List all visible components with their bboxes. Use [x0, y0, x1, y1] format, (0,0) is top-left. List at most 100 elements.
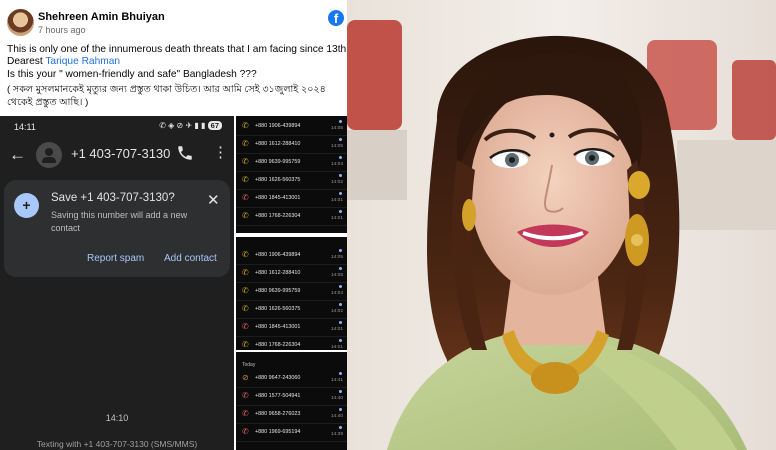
caller-number: +880 1626-560375: [255, 177, 301, 183]
call-log-row[interactable]: ✆ +880 1577-504941 14:40: [236, 388, 347, 406]
missed-call-icon: ✆: [242, 409, 249, 418]
contact-avatar[interactable]: [36, 142, 62, 168]
call-log-row[interactable]: ✆ +880 1612-288410 14:05: [236, 265, 347, 283]
call-log-row[interactable]: ✆ +880 9639-995759 14:04: [236, 154, 347, 172]
call-time: 14:05: [330, 144, 343, 149]
post-timestamp[interactable]: 7 hours ago: [38, 25, 86, 35]
caller-number: +880 1577-504941: [255, 393, 301, 399]
call-log-panel: ✆ +880 1906-439894 14:05 ✆ +880 1612-288410 1…: [236, 116, 347, 233]
outgoing-call-icon: ✆: [242, 250, 249, 259]
sim-indicator-icon: [339, 267, 342, 270]
call-log-row[interactable]: ✆ +880 1906-439894 14:05: [236, 247, 347, 265]
call-log-row[interactable]: ✆ +880 1626-560375 14:02: [236, 172, 347, 190]
call-log-row[interactable]: ✆ +880 1969-695194 14:39: [236, 424, 347, 442]
call-log-row[interactable]: ✆ +880 9639-995759 14:04: [236, 283, 347, 301]
call-time: 14:05: [330, 255, 343, 260]
call-log-row[interactable]: ✆ +880 1612-288410 14:05: [236, 136, 347, 154]
caller-number: +880 1768-226304: [255, 213, 301, 219]
call-log-row[interactable]: ✆ +880 1768-226304 14:01: [236, 208, 347, 226]
caller-number: +880 1612-288410: [255, 270, 301, 276]
author-avatar[interactable]: [7, 9, 34, 36]
save-card-title: Save +1 403-707-3130?: [51, 192, 175, 204]
today-label: Today: [242, 362, 256, 368]
contact-number[interactable]: +1 403-707-3130: [71, 146, 170, 161]
outgoing-call-icon: ✆: [242, 286, 249, 295]
sim-indicator-icon: [339, 138, 342, 141]
battery-indicator: 67: [207, 121, 222, 130]
sim-indicator-icon: [339, 192, 342, 195]
outgoing-call-icon: ✆: [242, 121, 249, 130]
outgoing-call-icon: ✆: [242, 211, 249, 220]
sim-indicator-icon: [339, 303, 342, 306]
save-card-description: Saving this number will add a new contac…: [51, 210, 188, 233]
call-log-row[interactable]: ✆ +880 1845-413001 14:01: [236, 190, 347, 208]
call-log-row[interactable]: ✆ +880 1768-226304 14:01: [236, 337, 347, 350]
caller-number: +880 1768-226304: [255, 342, 301, 348]
sim-indicator-icon: [339, 408, 342, 411]
status-bar-time: 14:11: [14, 122, 36, 132]
author-name[interactable]: Shehreen Amin Bhuiyan: [38, 11, 165, 23]
caller-number: +880 9639-995759: [255, 288, 301, 294]
facebook-post-header: Shehreen Amin Bhuiyan 7 hours ago f This…: [0, 0, 381, 116]
sim-indicator-icon: [339, 321, 342, 324]
more-vert-icon[interactable]: ⋮: [213, 145, 228, 160]
sim-indicator-icon: [339, 390, 342, 393]
caller-number: +880 1845-413001: [255, 195, 301, 201]
sim-indicator-icon: [339, 174, 342, 177]
caller-number: +880 1906-439894: [255, 252, 301, 258]
sim-indicator-icon: [339, 339, 342, 342]
call-time: 14:05: [330, 273, 343, 278]
blocked-call-icon: ⊘: [242, 373, 249, 382]
caller-number: +880 1845-413001: [255, 324, 301, 330]
call-log-row[interactable]: ✆ +880 1626-560375 14:02: [236, 301, 347, 319]
caller-number: +880 1612-288410: [255, 141, 301, 147]
sim-indicator-icon: [339, 426, 342, 429]
call-time: 14:39: [330, 432, 343, 437]
report-spam-button[interactable]: Report spam: [87, 253, 144, 264]
caller-number: +880 1906-439894: [255, 123, 301, 129]
sim-indicator-icon: [339, 156, 342, 159]
outgoing-call-icon: ✆: [242, 157, 249, 166]
call-time: 14:04: [330, 162, 343, 167]
missed-call-icon: ✆: [242, 322, 249, 331]
caller-number: +880 9658-276023: [255, 411, 301, 417]
status-icons: ✆ ◈ ⊘ ✈ ▮ ▮: [159, 121, 206, 130]
call-time: 14:05: [330, 126, 343, 131]
sim-indicator-icon: [339, 249, 342, 252]
call-log-row[interactable]: ✆ +880 1845-413001 14:01: [236, 319, 347, 337]
sim-indicator-icon: [339, 120, 342, 123]
call-log-row[interactable]: ✆ +880 9658-276023 14:40: [236, 406, 347, 424]
message-timestamp: 14:10: [105, 413, 129, 423]
phone-icon[interactable]: [176, 144, 194, 162]
outgoing-call-icon: ✆: [242, 175, 249, 184]
caller-number: +880 1969-695194: [255, 429, 301, 435]
add-contact-button[interactable]: Add contact: [164, 253, 217, 264]
call-time: 14:02: [330, 180, 343, 185]
facebook-logo-icon: f: [328, 10, 344, 26]
caller-number: +880 9639-995759: [255, 159, 301, 165]
call-time: 14:01: [330, 216, 343, 221]
call-time: 14:04: [330, 291, 343, 296]
post-text-line: Is this your " women-friendly and safe" …: [7, 69, 257, 80]
post-text-prefix: Dearest: [7, 56, 46, 67]
outgoing-call-icon: ✆: [242, 139, 249, 148]
missed-call-icon: ✆: [242, 391, 249, 400]
mention-link[interactable]: Tarique Rahman: [45, 56, 120, 67]
back-arrow-icon[interactable]: ←: [9, 145, 26, 165]
call-log-panel: ✆ +880 1906-439894 14:05 ✆ +880 1612-288410 1…: [236, 237, 347, 350]
outgoing-call-icon: ✆: [242, 268, 249, 277]
caller-number: +880 9647-243060: [255, 375, 301, 381]
call-log-panel: Today ⊘ +880 9647-243060 14:41 ✆ +880 1577-5…: [236, 352, 347, 450]
person-add-icon: +: [14, 193, 39, 218]
status-bar-icons: ✆ ◈ ⊘ ✈ ▮ ▮ 67: [159, 121, 222, 130]
call-time: 14:40: [330, 414, 343, 419]
sim-indicator-icon: [339, 210, 342, 213]
missed-call-icon: ✆: [242, 193, 249, 202]
call-log-row[interactable]: ⊘ +880 9647-243060 14:41: [236, 370, 347, 388]
call-time: 14:01: [330, 327, 343, 332]
texting-with-label: Texting with +1 403-707-3130 (SMS/MMS): [36, 439, 198, 449]
call-time: 14:02: [330, 309, 343, 314]
call-log-row[interactable]: ✆ +880 1906-439894 14:05: [236, 118, 347, 136]
close-icon[interactable]: ✕: [207, 191, 220, 209]
call-time: 14:01: [330, 198, 343, 203]
